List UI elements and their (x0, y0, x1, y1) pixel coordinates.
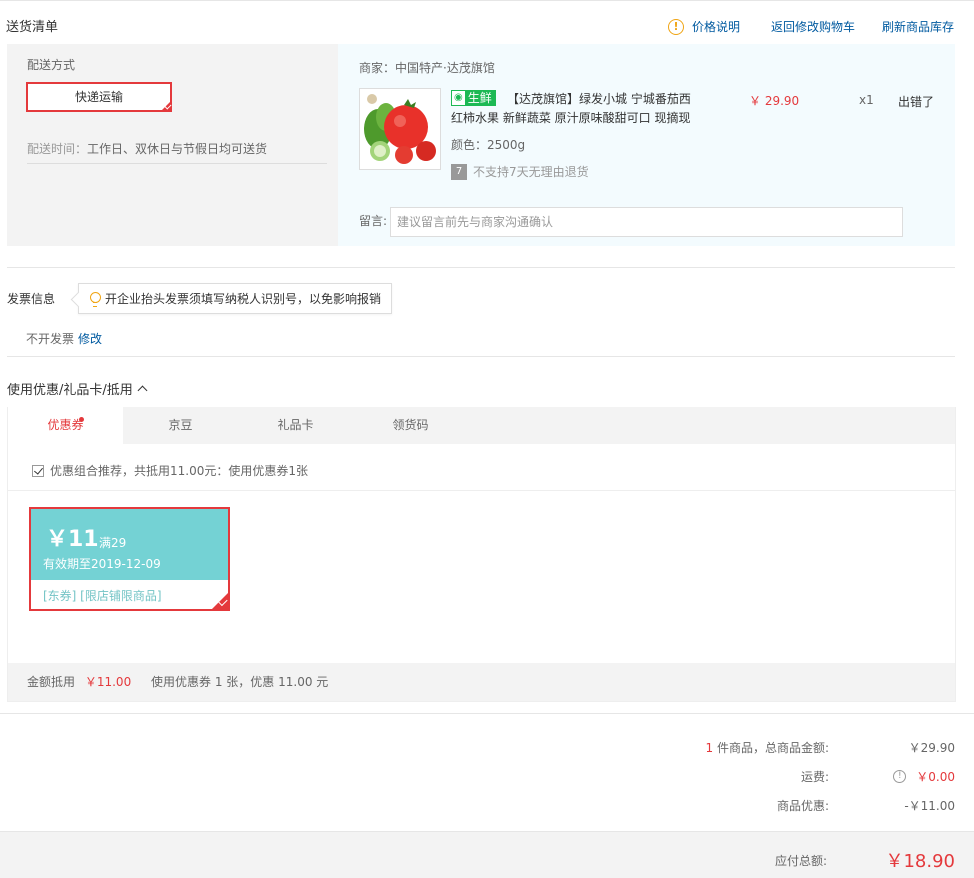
price-info-label: 价格说明 (692, 20, 741, 34)
invoice-tip-text: 开企业抬头发票须填写纳税人识别号，以免影响报销 (105, 292, 382, 306)
tab-pickup-code[interactable]: 领货码 (353, 407, 468, 444)
coupon-amount: ￥11 (46, 527, 99, 552)
product-color: 颜色：2500g (451, 138, 526, 152)
chevron-up-icon (137, 385, 148, 396)
summary-value: ￥11.00 (84, 675, 132, 689)
seven-day-icon: 7 (451, 163, 467, 180)
fork-knife-icon: ◉ (452, 91, 465, 105)
combo-checkbox[interactable] (32, 464, 44, 477)
goods-total-row: 1 件商品，总商品金额: ￥29.90 (629, 739, 956, 756)
tomato-image (360, 89, 440, 169)
delivery-list-title: 送货清单 (6, 20, 59, 35)
discount-tabs: 优惠券 京豆 礼品卡 领货码 (8, 407, 955, 444)
shipping-fee-row: 运费: ! ￥0.00 (629, 768, 955, 785)
combo-text: 优惠组合推荐，共抵用11.00元：使用优惠券1张 (50, 464, 308, 478)
delivery-time-label: 配送时间： (27, 142, 88, 156)
invoice-title: 发票信息 (7, 292, 56, 306)
divider (27, 163, 327, 164)
shipping-fee-label: 运费: (800, 770, 829, 784)
shipping-method-label: 配送方式 (27, 58, 76, 72)
express-shipping-label: 快递运输 (74, 90, 123, 104)
fresh-badge-label: 生鲜 (467, 91, 492, 105)
payable-value: ￥18.90 (885, 851, 955, 872)
top-divider (0, 0, 974, 1)
summary-label: 金额抵用 (27, 675, 76, 689)
divider (7, 267, 955, 268)
shipping-fee-value: ￥0.00 (916, 770, 955, 784)
divider (8, 490, 955, 491)
invoice-edit-link[interactable]: 修改 (78, 332, 102, 346)
item-count: 1 (705, 741, 714, 755)
selected-check-icon (160, 100, 172, 112)
price-info-link[interactable]: ! 价格说明 (668, 18, 740, 35)
no-return-notice: 7 不支持7天无理由退货 (451, 163, 589, 180)
coupon-condition: 满29 (99, 536, 127, 550)
shipping-fee: ! ￥0.00 (829, 768, 955, 785)
discounts-title: 使用优惠/礼品卡/抵用 (7, 383, 133, 398)
payable-bar (0, 831, 974, 878)
divider (0, 713, 974, 714)
discount-row: 商品优惠: -￥11.00 (629, 797, 955, 814)
exclamation-icon: ! (668, 18, 684, 35)
discount-summary: 金额抵用 ￥11.00 使用优惠券 1 张，优惠 11.00 元 (8, 663, 955, 701)
delivery-time: 配送时间：工作日、双休日与节假日均可送货 (27, 140, 267, 157)
refresh-stock-link[interactable]: 刷新商品库存 (882, 18, 954, 35)
divider (7, 356, 955, 357)
tab-gift-card[interactable]: 礼品卡 (238, 407, 353, 444)
express-shipping-option[interactable]: 快递运输 (26, 82, 172, 112)
tab-coupons[interactable]: 优惠券 (8, 407, 123, 444)
invoice-tooltip: 开企业抬头发票须填写纳税人识别号，以免影响报销 (78, 283, 393, 314)
message-input[interactable] (390, 207, 903, 237)
product-quantity: x1 (859, 93, 874, 107)
goods-count-suffix: 件商品，总商品金额: (713, 741, 829, 755)
invoice-status-label: 不开发票 (26, 332, 75, 346)
message-label: 留言: (359, 214, 388, 228)
discount-value: -￥11.00 (904, 799, 955, 813)
lightbulb-icon (89, 291, 101, 307)
product-image[interactable] (359, 88, 441, 170)
coupon-card[interactable]: ￥11 满29 有效期至2019-12-09 [东券] [限店铺限商品] (29, 507, 230, 611)
info-icon[interactable]: ! (893, 770, 907, 783)
combo-recommendation[interactable]: 优惠组合推荐，共抵用11.00元：使用优惠券1张 (32, 462, 308, 479)
tab-jd-beans[interactable]: 京豆 (123, 407, 238, 444)
invoice-status: 不开发票 修改 (26, 330, 102, 347)
coupon-expiry: 有效期至2019-12-09 (43, 557, 161, 571)
coupon-tags: [东券] [限店铺限商品] (43, 589, 162, 603)
discount-label: 商品优惠: (776, 799, 829, 813)
coupon-header: ￥11 满29 有效期至2019-12-09 (31, 509, 228, 580)
stock-status: 出错了 (898, 95, 935, 109)
seller-name: 商家：中国特产·达茂旗馆 (359, 61, 495, 75)
payable-label: 应付总额: (774, 854, 827, 868)
back-to-cart-link[interactable]: 返回修改购物车 (771, 18, 855, 35)
notification-dot (79, 417, 84, 422)
summary-text: 使用优惠券 1 张，优惠 11.00 元 (151, 675, 329, 689)
selected-check-icon (210, 591, 230, 611)
goods-total-label: 1 件商品，总商品金额: (629, 739, 830, 756)
goods-total-value: ￥29.90 (908, 741, 955, 755)
product-price: ￥ 29.90 (749, 94, 800, 108)
no-return-label: 不支持7天无理由退货 (473, 165, 589, 179)
fresh-badge: ◉ 生鲜 (451, 90, 496, 106)
discounts-section-toggle[interactable]: 使用优惠/礼品卡/抵用 (7, 379, 148, 398)
delivery-time-value: 工作日、双休日与节假日均可送货 (87, 142, 268, 156)
